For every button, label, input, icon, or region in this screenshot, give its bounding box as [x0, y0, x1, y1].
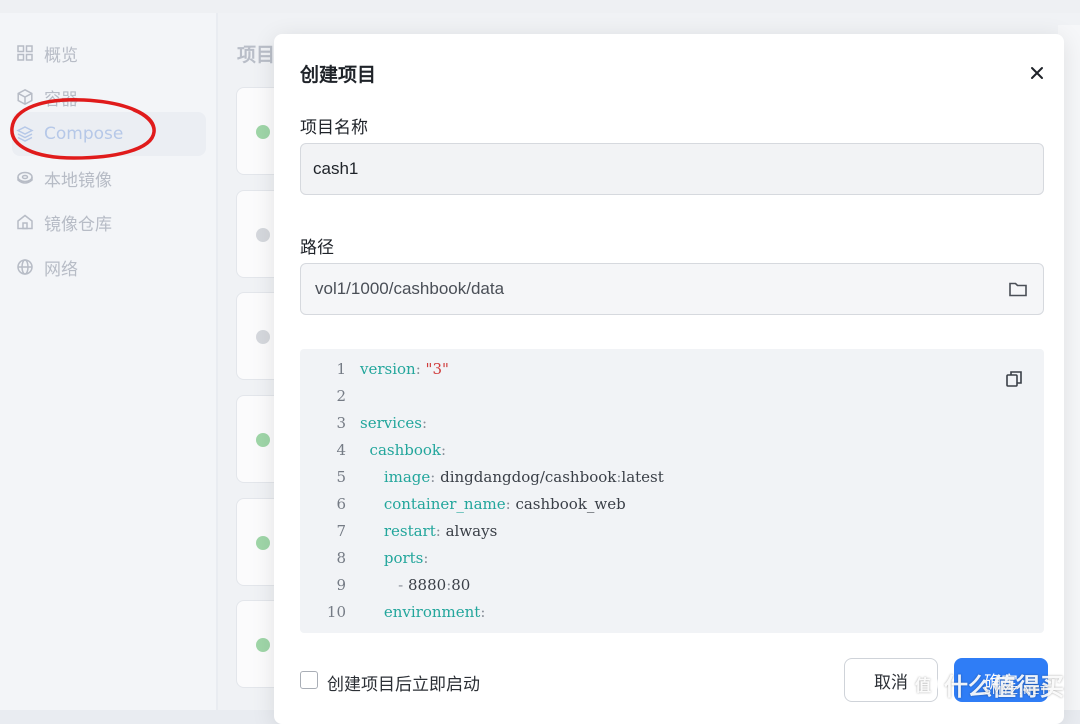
sidebar-item-network[interactable]: 网络 — [12, 245, 206, 289]
compose-yaml-editor[interactable]: 1 version: "3" 2 3 services: 4 cashbook:… — [300, 349, 1044, 633]
code-line: 1 version: "3" — [336, 359, 449, 378]
status-dot-running — [256, 638, 270, 652]
close-button[interactable] — [1026, 62, 1048, 84]
home-icon — [16, 213, 34, 231]
code-line: 8 ports: — [336, 548, 429, 567]
disk-icon — [16, 169, 34, 187]
status-dot-running — [256, 536, 270, 550]
sidebar-item-registry[interactable]: 镜像仓库 — [12, 200, 206, 244]
top-bar — [0, 0, 1080, 13]
browse-folder-button[interactable] — [1007, 278, 1029, 300]
grid-icon — [16, 44, 34, 62]
sidebar-item-label: 本地镜像 — [44, 170, 112, 191]
sidebar-item-label: 容器 — [44, 89, 78, 110]
project-name-input[interactable] — [300, 143, 1044, 195]
sidebar-item-local-images[interactable]: 本地镜像 — [12, 156, 206, 200]
path-value: vol1/1000/cashbook/data — [315, 279, 505, 298]
code-line: 6 container_name: cashbook_web — [336, 494, 626, 513]
create-project-dialog: 创建项目 项目名称 路径 vol1/1000/cashbook/data 1 v… — [274, 34, 1064, 724]
status-dot-stopped — [256, 330, 270, 344]
path-field[interactable]: vol1/1000/cashbook/data — [300, 263, 1044, 315]
folder-icon — [1009, 282, 1027, 297]
autostart-label[interactable]: 创建项目后立即启动 — [327, 670, 480, 695]
sidebar-item-compose[interactable]: Compose — [12, 112, 206, 156]
globe-icon — [16, 258, 34, 276]
sidebar-item-overview[interactable]: 概览 — [12, 31, 206, 75]
close-icon — [1031, 67, 1043, 79]
path-label: 路径 — [300, 238, 334, 258]
autostart-checkbox[interactable] — [300, 671, 318, 689]
code-line: 9 - 8880:80 — [336, 575, 471, 594]
confirm-button[interactable]: 确定 — [954, 658, 1048, 702]
project-name-label: 项目名称 — [300, 118, 368, 138]
code-line: 5 image: dingdangdog/cashbook:latest — [336, 467, 664, 486]
status-dot-stopped — [256, 228, 270, 242]
dialog-title: 创建项目 — [300, 64, 377, 86]
code-line: 7 restart: always — [336, 521, 498, 540]
layers-icon — [16, 125, 34, 143]
cancel-button[interactable]: 取消 — [844, 658, 938, 702]
sidebar-item-label: 镜像仓库 — [44, 214, 112, 235]
code-line: 3 services: — [336, 413, 428, 432]
sidebar: 概览 容器 Compose 本地镜像 镜像仓库 网络 — [0, 13, 216, 710]
cube-icon — [16, 88, 34, 106]
dialog-footer: 创建项目后立即启动 取消 确定 — [300, 654, 1048, 714]
sidebar-item-label: 网络 — [44, 259, 78, 280]
status-dot-running — [256, 125, 270, 139]
status-dot-running — [256, 433, 270, 447]
sidebar-item-label: Compose — [44, 124, 124, 144]
code-line: 4 cashbook: — [336, 440, 447, 459]
code-line: 10 environment: — [326, 602, 486, 621]
copy-icon[interactable] — [1004, 369, 1024, 389]
page-title: 项目 — [237, 44, 276, 66]
sidebar-item-label: 概览 — [44, 45, 78, 66]
code-line: 2 — [336, 386, 346, 405]
